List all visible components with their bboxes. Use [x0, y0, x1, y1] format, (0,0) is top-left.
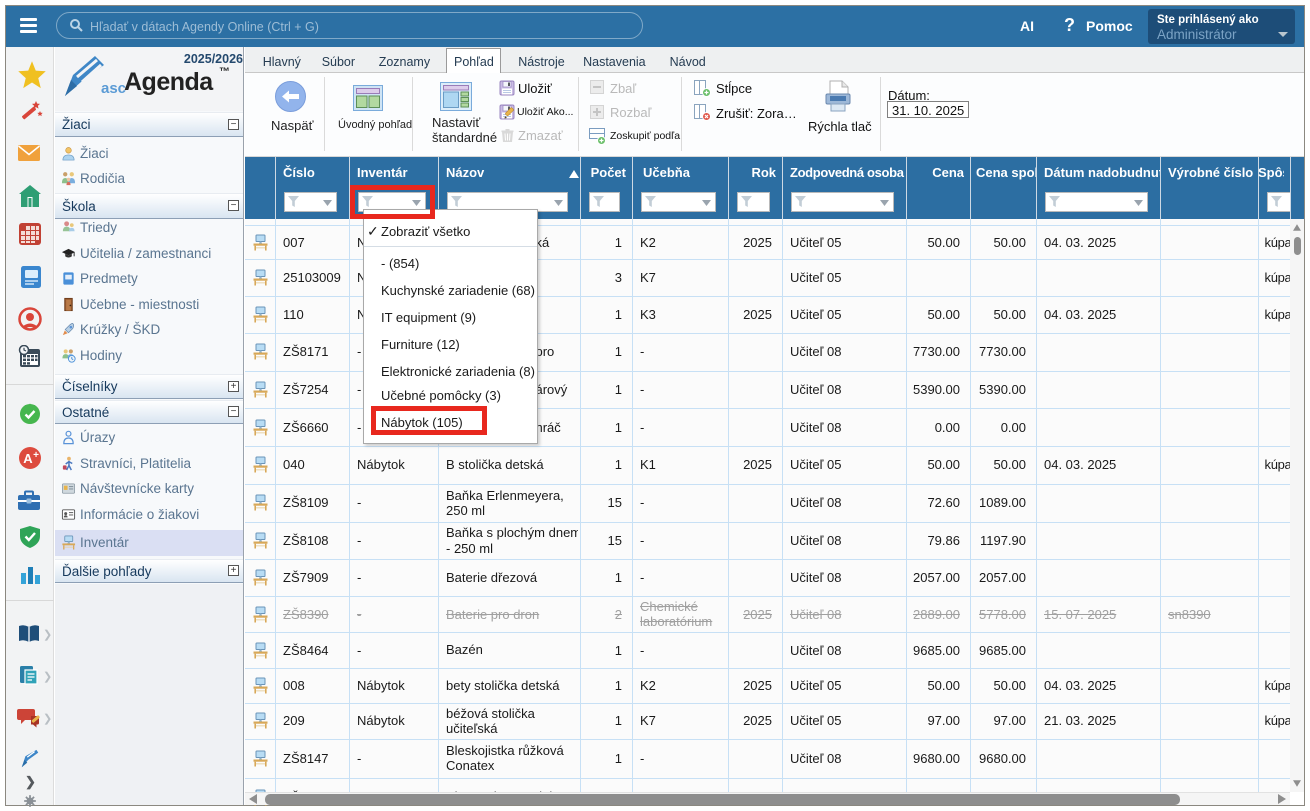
svg-text:A: A: [23, 451, 33, 466]
svg-text:+: +: [33, 450, 39, 461]
